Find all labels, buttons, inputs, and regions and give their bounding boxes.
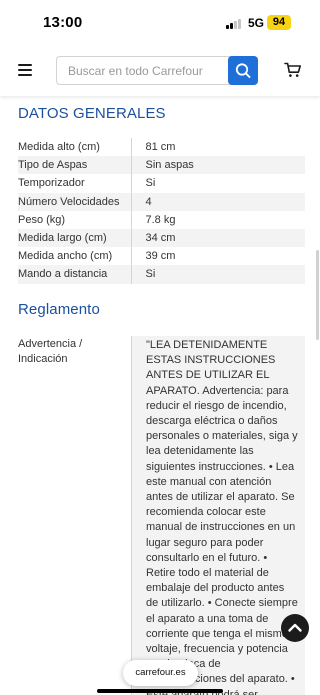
spec-label: Peso (kg)	[18, 213, 66, 226]
browser-url-bar[interactable]: carrefour.es	[123, 660, 198, 686]
cart-icon	[284, 62, 301, 77]
table-row: Advertencia / Indicación "LEA DETENIDAME…	[18, 336, 305, 695]
spec-value: Sin aspas	[130, 156, 305, 175]
table-row: Mando a distancia Si	[18, 265, 305, 284]
home-indicator[interactable]	[97, 689, 223, 693]
section-title-reglamento: Reglamento	[18, 301, 100, 318]
spec-label: Advertencia / Indicación	[18, 338, 83, 366]
scroll-to-top-button[interactable]	[281, 614, 309, 642]
spec-value: Si	[130, 174, 305, 193]
spec-value: 34 cm	[130, 228, 305, 248]
spec-label: Medida ancho (cm)	[18, 250, 113, 263]
search-input[interactable]	[56, 56, 232, 85]
hamburger-menu-icon[interactable]	[18, 64, 32, 76]
spec-label: Número Velocidades	[18, 192, 131, 211]
table-row: Medida alto (cm) 81 cm	[18, 138, 305, 157]
status-bar: 13:00 5G 94	[0, 0, 320, 46]
scrollbar[interactable]	[316, 250, 319, 340]
spec-label: Medida alto (cm)	[18, 141, 100, 154]
table-row: Peso (kg) 7.8 kg	[18, 210, 305, 229]
spec-value: 4	[130, 192, 305, 211]
table-row: Medida ancho (cm) 39 cm	[18, 247, 305, 266]
battery-icon: 94	[267, 15, 291, 30]
spec-label: Medida largo (cm)	[18, 228, 131, 248]
spec-value: "LEA DETENIDAMENTE ESTAS INSTRUCCIONES A…	[131, 336, 305, 695]
status-time: 13:00	[43, 14, 83, 31]
search-button[interactable]	[228, 56, 258, 85]
section-title-datos-generales: DATOS GENERALES	[18, 105, 166, 122]
spec-value: Si	[130, 265, 305, 284]
spec-label: Tipo de Aspas	[18, 156, 131, 175]
table-row: Medida largo (cm) 34 cm	[18, 228, 305, 248]
spec-label: Mando a distancia	[18, 265, 131, 284]
search-bar	[56, 56, 258, 85]
chevron-up-icon	[288, 623, 302, 632]
table-row: Temporizador Si	[18, 174, 305, 193]
spec-table: Medida alto (cm) 81 cm Tipo de Aspas Sin…	[18, 138, 305, 284]
table-row: Tipo de Aspas Sin aspas	[18, 156, 305, 175]
spec-value: 7.8 kg	[130, 210, 305, 229]
cart-button[interactable]	[284, 61, 302, 79]
spec-value: 39 cm	[130, 247, 305, 266]
spec-label: Temporizador	[18, 177, 85, 190]
table-row: Número Velocidades 4	[18, 192, 305, 211]
search-icon	[235, 63, 251, 78]
site-header	[0, 46, 320, 96]
signal-icon	[226, 18, 244, 29]
spec-value: 81 cm	[130, 138, 305, 157]
network-label: 5G	[248, 16, 265, 30]
